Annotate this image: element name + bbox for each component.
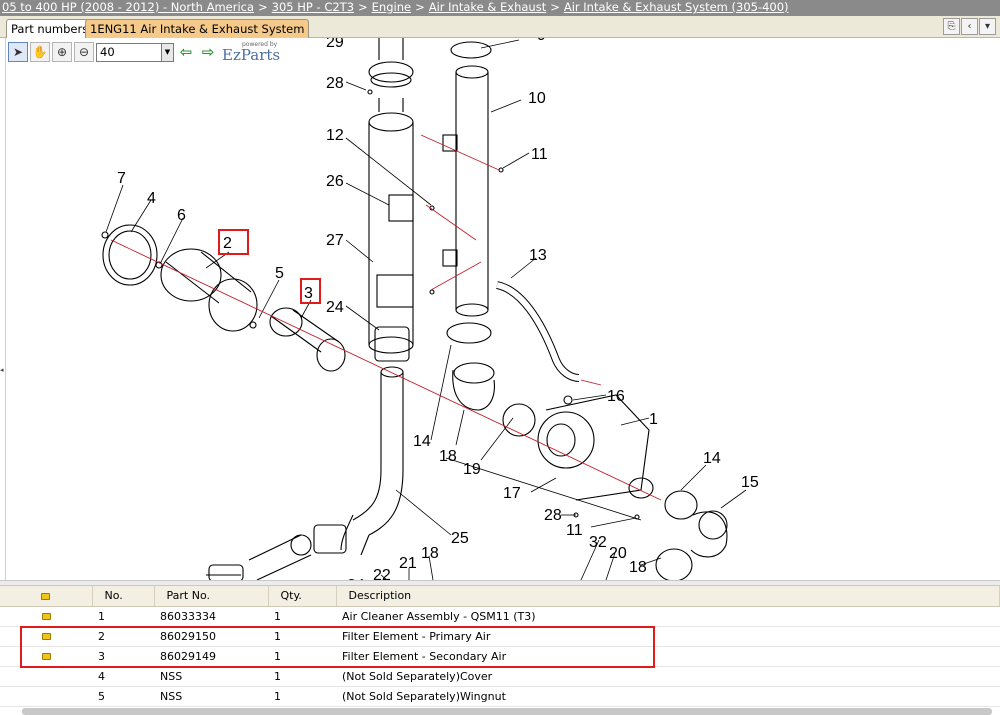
callout-number[interactable]: 6: [177, 207, 186, 224]
callout-number[interactable]: 13: [529, 247, 547, 264]
row-qty: 1: [268, 666, 336, 687]
viewer-toolbar: ➤ ✋ ⊕ ⊖ 40 ▼ ⇦ ⇨ powered by EzParts: [8, 41, 280, 63]
callout-number[interactable]: 18: [439, 448, 457, 465]
collapse-handle-icon[interactable]: ◂: [0, 366, 5, 374]
row-description: (Not Sold Separately)Wingnut: [336, 686, 1000, 707]
callout-number[interactable]: 24: [326, 299, 344, 316]
callout-number[interactable]: 32: [589, 534, 607, 551]
window-tools: ⎘ ‹ ▾: [943, 18, 996, 35]
callout-number[interactable]: 20: [609, 545, 627, 562]
row-part-no: NSS: [154, 686, 268, 707]
callout-number[interactable]: 29: [326, 38, 344, 51]
tab-diagram[interactable]: 1ENG11 Air Intake & Exhaust System: [85, 19, 310, 38]
chevron-down-icon[interactable]: ▼: [161, 43, 173, 61]
row-no: 4: [92, 666, 154, 687]
row-description: Air Cleaner Assembly - QSM11 (T3): [336, 606, 1000, 627]
forward-arrow-icon[interactable]: ⇨: [198, 42, 218, 62]
header-part-no[interactable]: Part No.: [154, 586, 269, 607]
row-part-no: 86033334: [154, 606, 268, 627]
row-icon-cell: [0, 606, 92, 627]
callout-number[interactable]: 9: [537, 38, 546, 44]
row-qty: 1: [268, 606, 336, 627]
breadcrumb-link-hp[interactable]: 305 HP - C2T3: [272, 0, 354, 14]
callout-number[interactable]: 15: [741, 474, 759, 491]
table-row[interactable]: 4 NSS 1 (Not Sold Separately)Cover: [0, 666, 1000, 687]
back-arrow-icon[interactable]: ⇦: [176, 42, 196, 62]
breadcrumb-separator: >: [415, 0, 425, 14]
callout-number[interactable]: 5: [275, 265, 284, 282]
breadcrumb-separator: >: [258, 0, 268, 14]
row-qty: 1: [268, 686, 336, 707]
breadcrumb-link-system[interactable]: Air Intake & Exhaust System (305-400): [564, 0, 789, 14]
diagram-viewer[interactable]: 29 28 12 26 27 24 10 11 13 7 4 6 2 5 3 16 1 14 15 14 18 19 17 2…: [5, 38, 1000, 580]
tab-part-numbers[interactable]: Part numbers: [6, 19, 94, 38]
callout-number[interactable]: 28: [544, 507, 562, 524]
callout-number[interactable]: 16: [607, 388, 625, 405]
callout-number[interactable]: 26: [326, 173, 344, 190]
parts-diagram: 2928122627241011137462531611415141819172…: [101, 38, 759, 580]
chevron-left-icon[interactable]: ‹: [961, 18, 978, 35]
table-row[interactable]: 1 86033334 1 Air Cleaner Assembly - QSM11 (…: [0, 606, 1000, 627]
pan-hand-icon[interactable]: ✋: [30, 42, 50, 62]
callout-number[interactable]: 11: [566, 522, 583, 539]
row-highlight-box: [20, 626, 655, 668]
breadcrumb-link-engine[interactable]: Engine: [372, 0, 411, 14]
row-icon-cell: [0, 666, 92, 687]
zoom-out-icon[interactable]: ⊖: [74, 42, 94, 62]
callout-number[interactable]: 12: [326, 127, 344, 144]
callout-number[interactable]: 7: [117, 170, 126, 187]
callout-number[interactable]: 11: [531, 146, 548, 163]
zoom-value: 40: [100, 45, 115, 59]
breadcrumb-link-air-intake[interactable]: Air Intake & Exhaust: [429, 0, 546, 14]
zoom-select[interactable]: 40 ▼: [96, 42, 174, 62]
callout-number[interactable]: 19: [463, 461, 481, 478]
callout-number[interactable]: 27: [326, 232, 344, 249]
callout-number[interactable]: 4: [147, 190, 156, 207]
callout-number[interactable]: 17: [503, 485, 521, 502]
callout-number[interactable]: 18: [629, 559, 647, 576]
row-no: 5: [92, 686, 154, 707]
callout-number[interactable]: 14: [413, 433, 431, 450]
row-icon-cell: [0, 686, 92, 707]
row-no: 1: [92, 606, 154, 627]
row-description: (Not Sold Separately)Cover: [336, 666, 1000, 687]
tab-bar: Part numbers 1ENG11 Air Intake & Exhaust…: [0, 16, 1000, 38]
header-description[interactable]: Description: [336, 586, 1000, 607]
pin-icon[interactable]: ⎘: [943, 18, 960, 35]
callout-number[interactable]: 14: [703, 450, 721, 467]
callout-number[interactable]: 22: [373, 567, 391, 580]
callout-number[interactable]: 28: [326, 75, 344, 92]
breadcrumb-link-model[interactable]: 05 to 400 HP (2008 - 2012) - North Ameri…: [2, 0, 254, 14]
horizontal-scrollbar[interactable]: [22, 708, 992, 715]
header-icon-column[interactable]: [0, 586, 93, 607]
row-part-no: NSS: [154, 666, 268, 687]
callout-highlight-2: [218, 229, 249, 255]
chevron-down-icon[interactable]: ▾: [979, 18, 996, 35]
callout-number[interactable]: 1: [649, 411, 658, 428]
ezparts-logo: powered by EzParts: [222, 40, 281, 64]
breadcrumb-separator: >: [550, 0, 560, 14]
callout-highlight-3: [300, 278, 321, 304]
select-arrow-icon[interactable]: ➤: [8, 42, 28, 62]
header-qty[interactable]: Qty.: [268, 586, 337, 607]
callout-number[interactable]: 10: [528, 90, 546, 107]
book-icon[interactable]: [41, 613, 51, 620]
callout-number[interactable]: 18: [421, 545, 439, 562]
table-row[interactable]: 5 NSS 1 (Not Sold Separately)Wingnut: [0, 686, 1000, 707]
callout-number[interactable]: 25: [451, 530, 469, 547]
parts-table-pane: No. Part No. Qty. Description 1 86033334 1…: [0, 586, 1000, 715]
breadcrumb-separator: >: [358, 0, 368, 14]
breadcrumb: 05 to 400 HP (2008 - 2012) - North Ameri…: [0, 0, 1000, 16]
table-header-row: No. Part No. Qty. Description: [0, 586, 1000, 607]
zoom-in-icon[interactable]: ⊕: [52, 42, 72, 62]
book-icon: [41, 592, 51, 600]
callout-number[interactable]: 21: [399, 555, 417, 572]
header-no[interactable]: No.: [92, 586, 155, 607]
